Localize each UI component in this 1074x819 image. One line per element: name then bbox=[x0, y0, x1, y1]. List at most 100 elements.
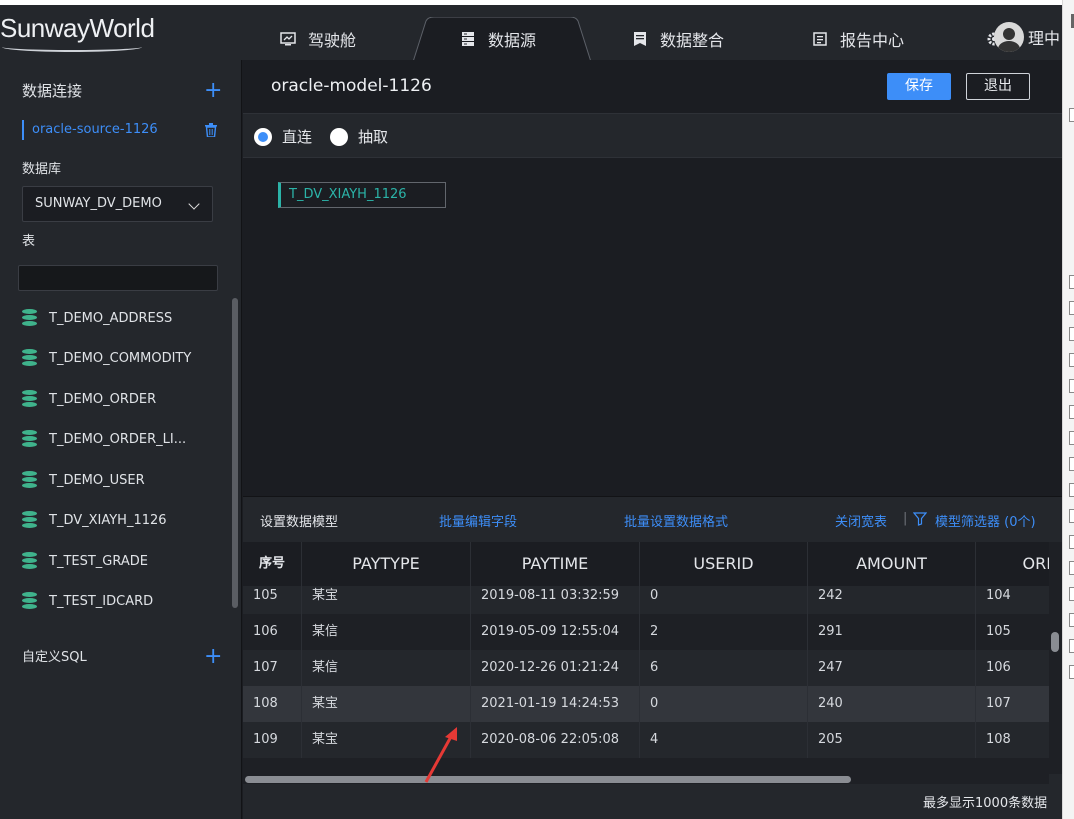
checkbox[interactable] bbox=[1069, 535, 1074, 549]
logo-swoosh bbox=[2, 42, 142, 52]
tab-datasource[interactable]: 数据源 bbox=[460, 21, 536, 57]
table-item[interactable]: T_TEST_IDCARD bbox=[22, 590, 153, 612]
tab-cockpit[interactable]: 驾驶舱 bbox=[280, 21, 356, 57]
tab-data-integration[interactable]: 数据整合 bbox=[632, 21, 724, 57]
cell: 某信 bbox=[302, 614, 471, 650]
cell: 291 bbox=[808, 614, 976, 650]
checkbox[interactable] bbox=[1069, 561, 1074, 575]
cell: 105 bbox=[976, 614, 1049, 650]
cell: 107 bbox=[976, 686, 1049, 722]
cell: 242 bbox=[808, 586, 976, 614]
filter-icon[interactable] bbox=[913, 512, 927, 526]
table-item[interactable]: T_DEMO_ORDER bbox=[22, 388, 156, 410]
column-header[interactable]: PAYTIME bbox=[471, 542, 640, 586]
table-item-label: T_DEMO_ORDER bbox=[49, 391, 157, 407]
table-row-highlighted[interactable]: 108 某宝 2021-01-19 14:24:53 0 240 107 bbox=[243, 686, 1049, 722]
radio-direct[interactable]: 直连 bbox=[254, 126, 312, 147]
tab-cockpit-label: 驾驶舱 bbox=[308, 31, 357, 50]
cell: 某信 bbox=[302, 650, 471, 686]
table-item-label: T_TEST_IDCARD bbox=[49, 593, 154, 609]
exit-button[interactable]: 退出 bbox=[966, 73, 1030, 100]
trash-icon[interactable] bbox=[205, 123, 217, 137]
chevron-down-icon bbox=[188, 198, 200, 210]
table-row[interactable]: 107 某信 2020-12-26 01:21:24 6 247 106 bbox=[243, 650, 1049, 686]
connections-title: 数据连接 bbox=[22, 82, 83, 100]
table-item-label: T_DEMO_ADDRESS bbox=[49, 310, 173, 326]
table-item[interactable]: T_DEMO_COMMODITY bbox=[22, 347, 191, 369]
checkbox[interactable] bbox=[1069, 108, 1074, 122]
save-button[interactable]: 保存 bbox=[887, 73, 951, 100]
close-wide-table-link[interactable]: 关闭宽表 bbox=[835, 511, 887, 530]
avatar[interactable] bbox=[994, 22, 1024, 52]
checkbox[interactable] bbox=[1069, 327, 1074, 341]
batch-format-link[interactable]: 批量设置数据格式 bbox=[624, 511, 728, 530]
table-search-input[interactable] bbox=[18, 265, 218, 291]
database-select[interactable]: SUNWAY_DV_DEMO bbox=[22, 186, 213, 222]
database-icon bbox=[22, 309, 37, 327]
scroll-thumb[interactable] bbox=[245, 776, 851, 783]
cell: 0 bbox=[640, 686, 808, 722]
cell: 105 bbox=[243, 586, 302, 614]
app-logo[interactable]: SunwayWorld bbox=[0, 13, 155, 44]
column-header[interactable]: AMOUNT bbox=[808, 542, 976, 586]
sidebar-scrollbar[interactable] bbox=[232, 298, 238, 608]
user-label: 理中 bbox=[1028, 29, 1061, 48]
checkbox[interactable] bbox=[1069, 639, 1074, 653]
table-item-label: T_TEST_GRADE bbox=[49, 553, 148, 569]
add-sql-icon[interactable]: + bbox=[204, 646, 222, 668]
panel-header: 设置数据模型 批量编辑字段 批量设置数据格式 关闭宽表 | 模型筛选器 (0个) bbox=[243, 497, 1062, 541]
source-item[interactable]: oracle-source-1126 bbox=[22, 120, 158, 140]
column-header[interactable]: 序号 bbox=[243, 542, 302, 586]
cell: 106 bbox=[976, 650, 1049, 686]
column-header[interactable]: USERID bbox=[640, 542, 808, 586]
checkbox[interactable] bbox=[1069, 665, 1074, 679]
database-icon bbox=[22, 430, 37, 448]
add-connection-icon[interactable]: + bbox=[204, 80, 222, 102]
checkbox[interactable] bbox=[1069, 405, 1074, 419]
data-model-panel: 设置数据模型 批量编辑字段 批量设置数据格式 关闭宽表 | 模型筛选器 (0个)… bbox=[243, 496, 1062, 819]
tab-report-center[interactable]: 报告中心 bbox=[812, 21, 904, 57]
dashboard-icon bbox=[280, 32, 296, 46]
table-item[interactable]: T_DEMO_ORDER_LI... bbox=[22, 428, 186, 450]
user-menu[interactable]: 理中 bbox=[986, 19, 1060, 55]
table-item[interactable]: T_TEST_GRADE bbox=[22, 550, 148, 572]
cell: 2020-12-26 01:21:24 bbox=[471, 650, 640, 686]
checkbox[interactable] bbox=[1069, 301, 1074, 315]
model-canvas[interactable]: T_DV_XIAYH_1126 bbox=[243, 158, 1062, 496]
checkbox[interactable] bbox=[1069, 509, 1074, 523]
database-icon bbox=[22, 511, 37, 529]
checkbox[interactable] bbox=[1069, 613, 1074, 627]
checkbox[interactable] bbox=[1069, 483, 1074, 497]
table-item[interactable]: T_DEMO_ADDRESS bbox=[22, 307, 172, 329]
scroll-thumb[interactable] bbox=[1051, 632, 1059, 652]
table-item-label: T_DV_XIAYH_1126 bbox=[49, 512, 167, 528]
top-navigation-bar: SunwayWorld 驾驶舱 数据源 数据整合 报告中心 理中 bbox=[0, 0, 1062, 65]
checkbox[interactable] bbox=[1069, 275, 1074, 289]
table-node[interactable]: T_DV_XIAYH_1126 bbox=[278, 182, 446, 208]
checkbox[interactable] bbox=[1069, 431, 1074, 445]
column-header[interactable]: ORD bbox=[976, 542, 1049, 586]
cell: 247 bbox=[808, 650, 976, 686]
checkbox[interactable] bbox=[1069, 457, 1074, 471]
table-row[interactable]: 106 某信 2019-05-09 12:55:04 2 291 105 bbox=[243, 614, 1049, 650]
column-header[interactable]: PAYTYPE bbox=[302, 542, 471, 586]
model-filter-link[interactable]: 模型筛选器 (0个) bbox=[935, 511, 1036, 530]
checkbox[interactable] bbox=[1069, 353, 1074, 367]
table-item[interactable]: T_DV_XIAYH_1126 bbox=[22, 509, 167, 531]
side-window-strip bbox=[1062, 0, 1074, 819]
cell: 2021-01-19 14:24:53 bbox=[471, 686, 640, 722]
tab-report-center-label: 报告中心 bbox=[840, 31, 905, 50]
checkbox[interactable] bbox=[1069, 587, 1074, 601]
grid-horizontal-scrollbar[interactable] bbox=[243, 774, 1049, 784]
tab-data-integration-label: 数据整合 bbox=[660, 31, 725, 50]
radio-extract[interactable]: 抽取 bbox=[330, 126, 388, 147]
table-row-partial[interactable] bbox=[243, 758, 1049, 774]
table-row[interactable]: 109 某宝 2020-08-06 22:05:08 4 205 108 bbox=[243, 722, 1049, 758]
cell: 2019-08-11 03:32:59 bbox=[471, 586, 640, 614]
checkbox[interactable] bbox=[1069, 379, 1074, 393]
panel-title: 设置数据模型 bbox=[260, 515, 339, 530]
grid-vertical-scrollbar[interactable] bbox=[1049, 542, 1062, 774]
batch-edit-link[interactable]: 批量编辑字段 bbox=[439, 511, 517, 530]
cell: 某宝 bbox=[302, 686, 471, 722]
table-item[interactable]: T_DEMO_USER bbox=[22, 469, 145, 491]
